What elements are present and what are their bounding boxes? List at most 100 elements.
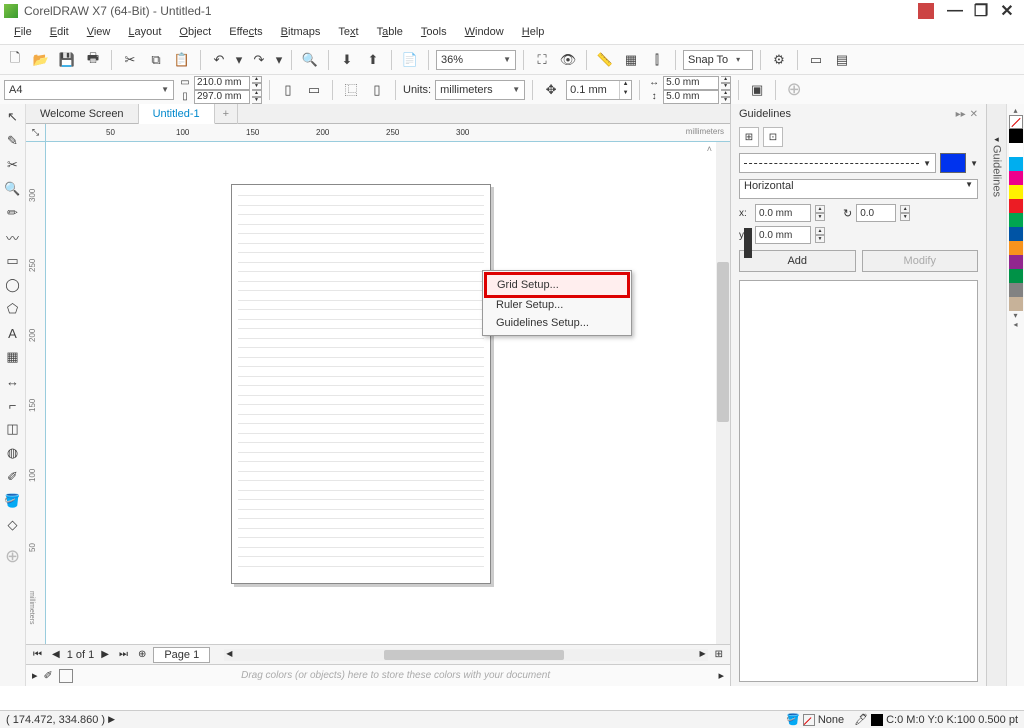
swatch[interactable] xyxy=(1009,297,1023,311)
page-tab[interactable]: Page 1 xyxy=(153,647,210,663)
artistic-media-icon[interactable]: 〰 xyxy=(3,227,23,247)
swatch[interactable] xyxy=(1009,143,1023,157)
connector-tool-icon[interactable]: ⌐ xyxy=(3,395,23,415)
launch-icon[interactable]: ▭ xyxy=(805,49,827,71)
import-icon[interactable]: ⬇ xyxy=(336,49,358,71)
freehand-tool-icon[interactable]: ✏ xyxy=(3,203,23,223)
export-icon[interactable]: ⬆ xyxy=(362,49,384,71)
ruler-vertical[interactable]: 300 250 200 150 100 50 millimeters xyxy=(26,142,46,644)
zoom-combo[interactable]: 36%▼ xyxy=(436,50,516,70)
page-prev-icon[interactable]: ◀ xyxy=(49,649,63,660)
grid-icon[interactable]: ▦ xyxy=(620,49,642,71)
swatch[interactable] xyxy=(1009,213,1023,227)
page-first-icon[interactable]: ⏮ xyxy=(30,649,45,660)
swatch[interactable] xyxy=(1009,283,1023,297)
menu-bitmaps[interactable]: Bitmaps xyxy=(273,24,329,42)
status-fill[interactable]: 🪣None xyxy=(786,713,844,726)
menu-view[interactable]: View xyxy=(79,24,119,42)
tab-welcome[interactable]: Welcome Screen xyxy=(26,104,139,124)
fill-tool-icon[interactable]: 🪣 xyxy=(3,491,23,511)
treat-as-filled-icon[interactable]: ▣ xyxy=(746,79,768,101)
page-next-icon[interactable]: ▶ xyxy=(98,649,112,660)
search-icon[interactable]: 🔍 xyxy=(299,49,321,71)
open-icon[interactable]: 📂 xyxy=(30,49,52,71)
status-outline[interactable]: 🖊C:0 M:0 Y:0 K:100 0.500 pt xyxy=(854,713,1018,726)
side-tab-arrow-icon[interactable]: ◂ xyxy=(994,134,999,145)
minimize-button[interactable]: — xyxy=(942,2,968,20)
portrait-icon[interactable]: ▯ xyxy=(277,79,299,101)
page-height-input[interactable] xyxy=(194,90,250,104)
panel-flyout-handle[interactable] xyxy=(744,228,752,258)
undo-dropdown[interactable]: ▾ xyxy=(234,49,244,71)
swatch[interactable] xyxy=(1009,171,1023,185)
swatch[interactable] xyxy=(1009,227,1023,241)
eyedropper-tool-icon[interactable]: ✐ xyxy=(3,467,23,487)
ellipse-tool-icon[interactable]: ◯ xyxy=(3,275,23,295)
page-preset-combo[interactable]: A4▼ xyxy=(4,80,174,100)
redo-dropdown[interactable]: ▾ xyxy=(274,49,284,71)
swatch-none[interactable] xyxy=(1009,115,1023,129)
toolbox-add-button[interactable]: ⊕ xyxy=(2,545,24,567)
menu-tools[interactable]: Tools xyxy=(413,24,455,42)
current-page-icon[interactable]: ▯ xyxy=(366,79,388,101)
menu-ruler-setup[interactable]: Ruler Setup... xyxy=(486,296,628,314)
scrollbar-horizontal[interactable]: ◀▶ xyxy=(224,649,707,661)
swatch[interactable] xyxy=(1009,157,1023,171)
document-palette[interactable]: ▸ ✐ Drag colors (or objects) here to sto… xyxy=(26,664,730,686)
tab-untitled[interactable]: Untitled-1 xyxy=(139,104,215,124)
text-tool-icon[interactable]: A xyxy=(3,323,23,343)
nudge-spinner[interactable]: ▲▼ xyxy=(566,80,632,100)
menu-layout[interactable]: Layout xyxy=(120,24,169,42)
crop-tool-icon[interactable]: ✂ xyxy=(3,155,23,175)
dup-x-input[interactable] xyxy=(663,76,719,90)
transparency-tool-icon[interactable]: ◍ xyxy=(3,443,23,463)
swatch[interactable] xyxy=(1009,241,1023,255)
canvas[interactable]: ⤡ 50 100 150 200 250 300 millimeters 300… xyxy=(26,124,730,644)
palette-up-icon[interactable]: ▴ xyxy=(1013,106,1017,115)
preview-icon[interactable]: 👁 xyxy=(557,49,579,71)
palette-down-icon[interactable]: ▾ xyxy=(1013,311,1017,320)
guideline-color-swatch[interactable] xyxy=(940,153,966,173)
menu-grid-setup[interactable]: Grid Setup... xyxy=(484,272,630,298)
docker-close-icon[interactable]: ✕ xyxy=(970,109,978,120)
page-last-icon[interactable]: ⏭ xyxy=(116,649,131,660)
palette-eyedropper-icon[interactable]: ✐ xyxy=(44,669,53,682)
tab-add-button[interactable]: + xyxy=(215,104,238,124)
menu-object[interactable]: Object xyxy=(171,24,219,42)
redo-icon[interactable]: ↷ xyxy=(248,49,270,71)
landscape-icon[interactable]: ▭ xyxy=(303,79,325,101)
add-guideline-button[interactable]: Add xyxy=(739,250,856,272)
guideline-x-input[interactable] xyxy=(755,204,811,222)
swatch[interactable] xyxy=(1009,129,1023,143)
modify-guideline-button[interactable]: Modify xyxy=(862,250,979,272)
preset-guides-icon[interactable]: ⊞ xyxy=(739,127,759,147)
palette-menu-icon[interactable]: ▸ xyxy=(32,669,38,682)
docker-titlebar[interactable]: Guidelines ▸▸ ✕ xyxy=(731,104,986,124)
effects-tool-icon[interactable]: ◫ xyxy=(3,419,23,439)
polygon-tool-icon[interactable]: ⬠ xyxy=(3,299,23,319)
docker-pin-icon[interactable]: ▸▸ xyxy=(956,109,966,120)
units-combo[interactable]: millimeters▼ xyxy=(435,80,525,100)
guideline-y-input[interactable] xyxy=(755,226,811,244)
swatch[interactable] xyxy=(1009,255,1023,269)
table-tool-icon[interactable]: ▦ xyxy=(3,347,23,367)
docker-side-tab[interactable]: ◂ Guidelines xyxy=(986,104,1006,686)
collapse-panel-icon[interactable]: ˄ xyxy=(707,144,712,154)
scrollbar-vertical[interactable] xyxy=(716,142,730,644)
print-icon[interactable]: 🖶 xyxy=(82,49,104,71)
outline-tool-icon[interactable]: ◇ xyxy=(3,515,23,535)
fullscreen-icon[interactable]: ⛶ xyxy=(531,49,553,71)
snap-combo[interactable]: Snap To▾ xyxy=(683,50,753,70)
page-width-input[interactable] xyxy=(194,76,250,90)
guidelines-list[interactable] xyxy=(739,280,978,682)
new-icon[interactable]: 🗋 xyxy=(4,49,26,71)
color-dropdown-icon[interactable]: ▼ xyxy=(970,159,978,168)
save-icon[interactable]: 💾 xyxy=(56,49,78,71)
palette-flyout-icon[interactable]: ◂ xyxy=(1013,320,1017,329)
add-toolbar-button[interactable]: ⊕ xyxy=(783,79,805,101)
page-add-icon[interactable]: ⊕ xyxy=(135,649,149,660)
menu-effects[interactable]: Effects xyxy=(221,24,270,42)
maximize-button[interactable]: ❐ xyxy=(968,1,994,21)
ruler-horizontal[interactable]: 50 100 150 200 250 300 millimeters xyxy=(46,124,730,142)
swatch[interactable] xyxy=(1009,269,1023,283)
